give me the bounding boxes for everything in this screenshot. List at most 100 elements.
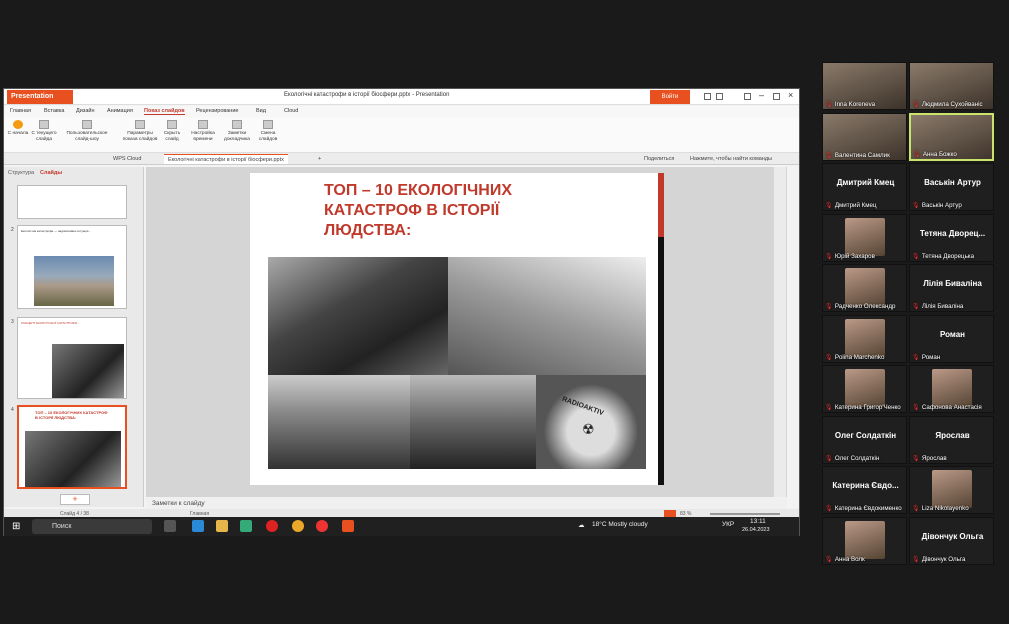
slide-thumbnail-selected[interactable]: ТОП – 10 ЕКОЛОГІЧНИХ КАТАСТРОФ В ІСТОРІЇ… — [17, 405, 127, 489]
menu-insert[interactable]: Вставка — [44, 108, 64, 114]
radioactive-barrel-photo: RADIOAKTIV ☢ — [536, 375, 646, 469]
participant-avatar — [845, 369, 885, 407]
menu-review[interactable]: Рецензирование — [196, 108, 238, 114]
slide-thumbnail[interactable]: Екологічна катастрофа — надзвичайна ситу… — [17, 225, 127, 309]
chrome-icon[interactable] — [292, 520, 304, 532]
slides-tab[interactable]: Слайды — [40, 170, 62, 176]
menu-view[interactable]: Вид — [256, 108, 266, 114]
custom-show-icon — [82, 120, 92, 129]
speaker-notes-button[interactable]: Заметки докладчика — [221, 120, 253, 143]
participant-tile[interactable]: Роман 🎙 Роман — [909, 314, 994, 363]
menu-slideshow[interactable]: Показ слайдов — [144, 108, 185, 115]
muted-mic-icon: 🎙 — [912, 505, 920, 512]
task-view-icon[interactable] — [164, 520, 176, 532]
muted-mic-icon: 🎙 — [825, 353, 833, 361]
slide-thumbnail[interactable]: КОНЦЕПТ ЕКОЛОГІЧНОЇ КАТАСТРОФИ... — [17, 317, 127, 399]
muted-mic-icon: 🎙 — [825, 252, 833, 260]
participant-display-name: Дмитрий Кмец — [836, 178, 895, 187]
participant-tile[interactable]: Тетяна Дворец... 🎙 Тетяна Дворецька — [909, 213, 994, 262]
close-icon[interactable]: × — [788, 90, 793, 100]
participant-tile[interactable]: 🎙 Анна Божко — [909, 112, 994, 161]
timing-button[interactable]: Настройка времени — [187, 120, 219, 143]
window-mode-icon[interactable] — [716, 93, 723, 100]
participant-tile[interactable]: Катерина Євдо... 🎙 Катерина Євдокименко — [822, 466, 907, 514]
clock-date[interactable]: 26.04.2023 — [742, 527, 770, 533]
opera-icon[interactable] — [266, 520, 278, 532]
vertical-scrollbar[interactable] — [774, 167, 786, 497]
edge-icon[interactable] — [192, 520, 204, 532]
participant-tile[interactable]: Ярослав 🎙 Ярослав — [909, 415, 994, 464]
custom-show-button[interactable]: Пользовательское слайд-шоу — [64, 120, 110, 143]
participant-tile[interactable]: 🎙 Катерина Григор'Ченко — [822, 365, 907, 413]
participant-tile[interactable]: Олег Солдаткін 🎙 Олег Солдаткін — [822, 415, 907, 464]
participant-name: 🎙 Дмитрий Кмец — [825, 202, 877, 209]
taskbar-search[interactable]: Поиск — [32, 519, 152, 534]
command-search[interactable]: Нажмите, чтобы найти команды — [686, 154, 776, 164]
participant-tile[interactable]: Васькін Артур 🎙 Васькін Артур — [909, 163, 994, 211]
protective-suit-photo — [448, 257, 646, 375]
participant-avatar — [845, 520, 885, 559]
share-button[interactable]: Поделиться — [640, 154, 678, 164]
add-slide-button[interactable]: + — [60, 494, 90, 505]
participant-display-name: Васькін Артур — [924, 178, 981, 187]
clock-time[interactable]: 13:11 — [750, 518, 766, 525]
menu-design[interactable]: Дизайн — [76, 108, 95, 114]
store-icon[interactable] — [240, 520, 252, 532]
participant-tile[interactable]: Дівончук Ольга 🎙 Дівончук Ольга — [909, 516, 994, 565]
from-current-button[interactable]: С текущего слайда — [28, 120, 60, 143]
hide-slide-button[interactable]: Скрыть слайд — [159, 120, 185, 143]
participant-name: 🎙 Валентина Самлик — [825, 151, 890, 159]
new-tab-icon[interactable]: + — [314, 154, 325, 164]
participant-name: 🎙 Роман — [912, 353, 941, 361]
transition-button[interactable]: Смена слайдов — [254, 120, 282, 143]
skin-icon[interactable] — [704, 93, 711, 100]
participant-display-name: Олег Солдаткін — [834, 430, 897, 440]
menu-animation[interactable]: Анимация — [107, 108, 133, 114]
participant-name: 🎙 Inna Koreneva — [825, 101, 876, 108]
muted-mic-icon: 🎙 — [825, 303, 833, 310]
participant-tile[interactable]: 🎙 Валентина Самлик — [822, 112, 907, 161]
tab-document[interactable]: Екологічні катастрофи в історії біосфери… — [164, 154, 288, 164]
wps-presentation-icon[interactable] — [342, 520, 354, 532]
participant-display-name: Роман — [939, 329, 965, 339]
explorer-icon[interactable] — [216, 520, 228, 532]
minimize-icon[interactable]: – — [759, 90, 764, 100]
muted-mic-icon: 🎙 — [825, 202, 833, 209]
play-icon — [13, 120, 23, 129]
participant-tile[interactable]: 🎙 Анна Волк — [822, 516, 907, 565]
participant-name: 🎙 Дівончук Ольга — [912, 555, 966, 563]
menu-home[interactable]: Главная — [10, 108, 31, 114]
notes-icon — [232, 120, 242, 129]
tab-wps-cloud[interactable]: WPS Cloud — [109, 154, 145, 164]
yandex-icon[interactable] — [316, 520, 328, 532]
participant-tile[interactable]: 🎙 Inna Koreneva — [822, 62, 907, 110]
current-slide[interactable]: ТОП – 10 ЕКОЛОГІЧНИХ КАТАСТРОФ В ІСТОРІЇ… — [250, 173, 664, 485]
layout-icon[interactable] — [744, 93, 751, 100]
participant-tile[interactable]: 🎙 Юрій Захаров — [822, 213, 907, 262]
participant-name: 🎙 Лілія Биваліна — [912, 303, 964, 310]
participant-tile[interactable]: 🎙 Сафонова Анастасія — [909, 365, 994, 413]
muted-mic-icon: 🎙 — [913, 150, 921, 158]
maximize-icon[interactable] — [773, 93, 780, 100]
participant-tile[interactable]: 🎙 Людмила Сухойваніс — [909, 62, 994, 110]
participant-tile[interactable]: 🎙 Радченко Олександр — [822, 264, 907, 312]
login-button[interactable]: Войти — [650, 90, 690, 104]
show-settings-button[interactable]: Параметры показа слайдов — [120, 120, 160, 143]
participant-tile[interactable]: Дмитрий Кмец 🎙 Дмитрий Кмец — [822, 163, 907, 211]
outline-tab[interactable]: Структура — [8, 170, 34, 176]
muted-mic-icon: 🎙 — [912, 353, 920, 361]
participant-name: 🎙 Юрій Захаров — [825, 252, 875, 260]
participant-tile[interactable]: 🎙 Liza Nikolayenko — [909, 466, 994, 514]
start-icon[interactable]: ⊞ — [12, 521, 20, 532]
slide-thumbnail[interactable] — [17, 185, 127, 219]
radioactive-label: RADIOAKTIV — [561, 395, 605, 418]
menu-cloud[interactable]: Cloud — [284, 108, 298, 114]
weather[interactable]: 18°C Mostly cloudy — [592, 521, 648, 528]
zoom-slider[interactable] — [710, 513, 780, 515]
participant-display-name: Дівончук Ольга — [921, 531, 984, 541]
app-menu-button[interactable]: Presentation — [7, 90, 73, 104]
participant-tile[interactable]: 🎙 Polina Marchenko — [822, 314, 907, 363]
language[interactable]: УКР — [722, 521, 734, 528]
slides-panel: Структура Слайды 2 Екологічна катастрофа… — [4, 167, 144, 507]
participant-tile[interactable]: Лілія Биваліна 🎙 Лілія Биваліна — [909, 264, 994, 312]
